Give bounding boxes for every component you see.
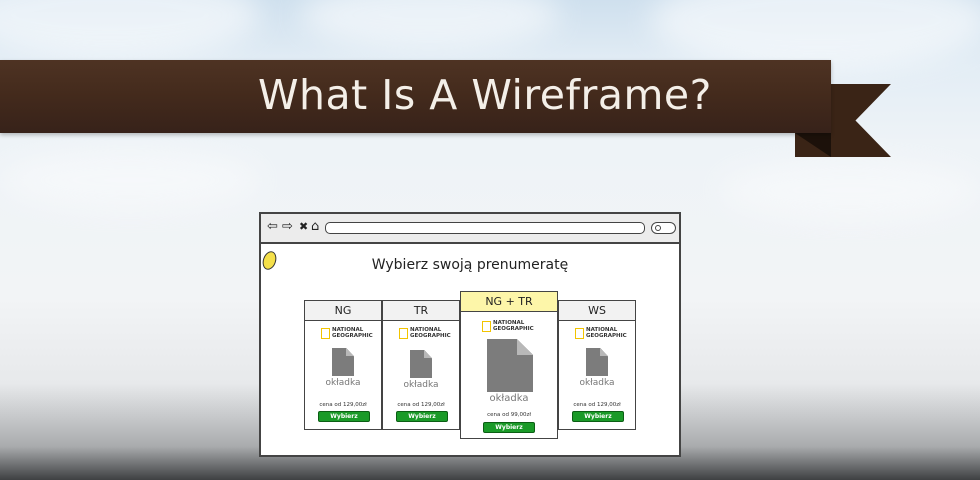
price-text: cena od 129,00zł [573, 402, 621, 408]
ng-frame-icon [321, 328, 330, 339]
cover-label: okładka [579, 378, 615, 388]
cloud [720, 160, 980, 220]
search-icon [655, 225, 661, 231]
price-text: cena od 99,00zł [487, 412, 531, 418]
wireframe-browser-window: ⇦ ⇨ ✖ ⌂ Wybierz swoją prenumeratę NG NAT… [259, 212, 681, 457]
card-title: TR [383, 301, 459, 321]
subscription-card-tr: TR NATIONAL GEOGRAPHIC okładka cena od 12… [382, 300, 460, 430]
card-title: NG [305, 301, 381, 321]
wireframe-heading: Wybierz swoją prenumeratę [371, 257, 569, 273]
cover-image-icon [586, 348, 608, 376]
search-field[interactable] [651, 222, 676, 234]
subscription-card-ng: NG NATIONAL GEOGRAPHIC okładka cena od 12… [304, 300, 382, 430]
card-title: WS [559, 301, 635, 321]
forward-arrow-icon[interactable]: ⇨ [282, 218, 293, 236]
choose-button[interactable]: Wybierz [318, 411, 370, 422]
card-title: NG + TR [461, 292, 557, 312]
page-title: What Is A Wireframe? [258, 71, 712, 119]
cloud [300, 0, 560, 50]
address-bar[interactable] [325, 222, 645, 234]
ng-frame-icon [399, 328, 408, 339]
cover-image-icon [332, 348, 354, 376]
subscription-card-ng-tr: NG + TR NATIONAL GEOGRAPHIC okładka cena … [460, 291, 558, 439]
cover-label: okładka [489, 393, 529, 404]
cover-label: okładka [325, 378, 361, 388]
price-text: cena od 129,00zł [319, 402, 367, 408]
subscription-card-ws: WS NATIONAL GEOGRAPHIC okładka cena od 12… [558, 300, 636, 430]
cover-image-icon [410, 350, 432, 378]
cover-image-icon [487, 339, 533, 392]
home-icon[interactable]: ⌂ [311, 218, 319, 236]
ng-frame-icon [482, 321, 491, 332]
choose-button[interactable]: Wybierz [483, 422, 535, 433]
stop-icon[interactable]: ✖ [299, 218, 308, 236]
cloud [0, 0, 260, 60]
choose-button[interactable]: Wybierz [396, 411, 448, 422]
browser-toolbar: ⇦ ⇨ ✖ ⌂ [261, 214, 679, 244]
back-arrow-icon[interactable]: ⇦ [267, 218, 278, 236]
cover-label: okładka [403, 380, 439, 390]
price-text: cena od 129,00zł [397, 402, 445, 408]
ng-frame-icon [575, 328, 584, 339]
cloud [0, 150, 260, 210]
choose-button[interactable]: Wybierz [572, 411, 624, 422]
